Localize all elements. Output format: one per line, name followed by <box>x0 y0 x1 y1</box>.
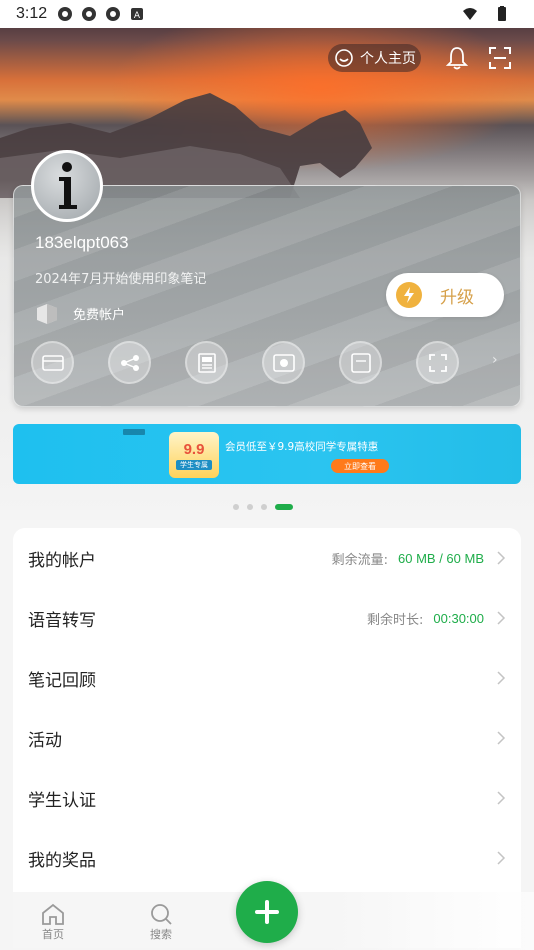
menu-item-label: 我的帐户 <box>28 550 96 571</box>
account-type-label: 免费帐户 <box>73 307 126 323</box>
tab-search[interactable]: 搜索 <box>148 902 174 942</box>
menu-item-label: 语音转写 <box>28 610 96 631</box>
account-type[interactable]: 免费帐户 <box>35 302 125 324</box>
feature-money-icon[interactable] <box>262 341 305 384</box>
bell-icon[interactable] <box>443 44 471 72</box>
avatar[interactable] <box>31 150 103 222</box>
carousel-dot <box>233 504 239 510</box>
menu-item-my-prizes[interactable]: 我的奖品 <box>13 828 521 888</box>
traffic-value: 60 MB / 60 MB <box>398 550 484 566</box>
status-bar: 3:12 A <box>0 0 534 28</box>
tab-search-label: 搜索 <box>150 928 172 941</box>
wifi-icon <box>463 8 477 20</box>
battery-icon <box>498 6 506 21</box>
menu-item-label: 学生认证 <box>28 790 96 811</box>
feature-card-icon[interactable] <box>31 341 74 384</box>
feature-scan-icon[interactable] <box>416 341 459 384</box>
upgrade-label: 升级 <box>440 287 474 308</box>
chevron-right-icon <box>497 731 506 745</box>
price-card: 9.9 学生专属 <box>169 432 219 478</box>
carousel-dot <box>247 504 253 510</box>
profile-home-button[interactable]: 个人主页 <box>328 44 421 72</box>
status-time: 3:12 <box>16 5 48 22</box>
menu-item-my-account[interactable]: 我的帐户 剩余流量: 60 MB / 60 MB <box>13 528 521 588</box>
chevron-right-icon <box>497 671 506 685</box>
chevron-right-icon <box>497 611 506 625</box>
carousel-indicator <box>233 504 293 510</box>
notification-app-icon <box>106 7 121 21</box>
carousel-dot <box>261 504 267 510</box>
duration-key: 剩余时长: <box>367 612 424 628</box>
smile-icon <box>335 49 353 67</box>
feature-storage-icon[interactable] <box>339 341 382 384</box>
search-icon <box>151 904 172 925</box>
brand-logo-icon <box>123 429 145 435</box>
notification-app-icon <box>58 7 73 21</box>
price-tag: 学生专属 <box>176 459 212 470</box>
duration-value: 00:30:00 <box>433 610 484 626</box>
tab-home-label: 首页 <box>42 928 64 941</box>
chevron-right-icon <box>497 791 506 805</box>
chevron-right-icon <box>497 551 506 565</box>
feature-more-chevron-icon[interactable]: › <box>492 352 498 368</box>
home-icon <box>42 903 64 925</box>
feature-icons-row <box>31 341 459 384</box>
menu-item-voice-transcription[interactable]: 语音转写 剩余时长: 00:30:00 <box>13 588 521 648</box>
tab-home[interactable]: 首页 <box>40 902 66 942</box>
traffic-key: 剩余流量: <box>331 552 389 568</box>
notification-a-icon: A <box>131 8 144 21</box>
menu-item-label: 笔记回顾 <box>28 670 96 691</box>
upgrade-button[interactable]: 升级 <box>386 273 504 317</box>
promo-text: 会员低至￥9.9高校同学专属特惠 <box>225 441 379 453</box>
lightning-icon <box>396 282 422 308</box>
menu-item-label: 活动 <box>28 730 62 751</box>
carousel-dot-active <box>275 504 293 510</box>
profile-home-label: 个人主页 <box>360 51 416 67</box>
username: 183elqpt063 <box>35 233 129 252</box>
chevron-right-icon <box>497 851 506 865</box>
price-value: 9.9 <box>183 440 205 458</box>
feature-sync-icon[interactable] <box>108 341 151 384</box>
notification-app-icon <box>82 7 97 21</box>
scan-icon[interactable] <box>486 44 514 72</box>
promo-cta-button[interactable]: 立即查看 <box>331 459 389 473</box>
promo-banner[interactable]: 9.9 学生专属 会员低至￥9.9高校同学专属特惠 立即查看 <box>13 424 521 484</box>
avatar-info-icon <box>59 162 77 209</box>
feature-document-icon[interactable] <box>185 341 228 384</box>
menu-item-activities[interactable]: 活动 <box>13 708 521 768</box>
member-since: 2024年7月开始使用印象笔记 <box>35 272 207 287</box>
account-badge-icon <box>37 304 57 324</box>
menu-item-label: 我的奖品 <box>28 850 96 871</box>
menu-item-student-verification[interactable]: 学生认证 <box>13 768 521 828</box>
plus-icon <box>255 900 279 924</box>
svg-text:A: A <box>134 11 141 21</box>
menu-item-note-review[interactable]: 笔记回顾 <box>13 648 521 708</box>
add-note-button[interactable] <box>236 881 298 943</box>
